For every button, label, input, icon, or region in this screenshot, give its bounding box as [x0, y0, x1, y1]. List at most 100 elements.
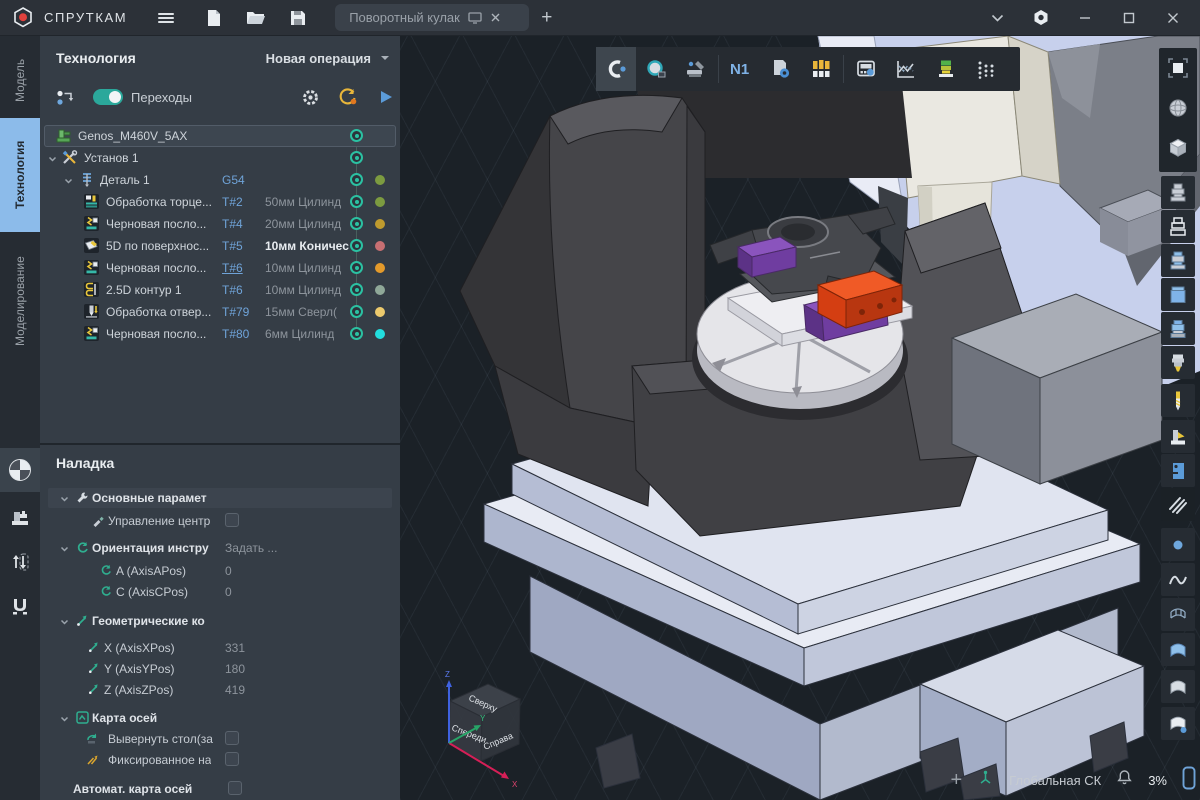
- fixture-blue-button[interactable]: [1161, 244, 1195, 277]
- state-ring[interactable]: [350, 217, 363, 230]
- state-ring[interactable]: [350, 239, 363, 252]
- state-ring[interactable]: [350, 129, 363, 142]
- machine-panel-button[interactable]: [846, 47, 886, 91]
- dropdown-chevron-button[interactable]: [978, 4, 1016, 32]
- tree-row-operation[interactable]: Черновая посло... T#6 10мм Цилинд: [44, 257, 396, 279]
- state-ring[interactable]: [350, 151, 363, 164]
- zoom-level[interactable]: 3%: [1148, 773, 1167, 788]
- tab-technology[interactable]: Технология: [0, 118, 40, 232]
- tree-row-operation[interactable]: Обработка торце... T#2 50мм Цилинд: [44, 191, 396, 213]
- tool-library-button[interactable]: [801, 47, 841, 91]
- surface-blue-button[interactable]: [1161, 633, 1195, 666]
- workpiece-outline-button[interactable]: [1161, 210, 1195, 243]
- param-value[interactable]: 0: [225, 585, 232, 599]
- select-frame-button[interactable]: [1159, 48, 1197, 88]
- curve-button[interactable]: [1161, 563, 1195, 596]
- tool-number[interactable]: T#6: [222, 261, 243, 275]
- point-array-button[interactable]: [966, 47, 1006, 91]
- maximize-button[interactable]: [1110, 4, 1148, 32]
- new-file-button[interactable]: [197, 4, 231, 32]
- nc-program-button[interactable]: N1: [721, 47, 761, 91]
- tree-row-part[interactable]: Деталь 1 G54: [44, 169, 396, 191]
- tree-row-machine[interactable]: Genos_M460V_5AX: [44, 125, 396, 147]
- param-group-axis-map[interactable]: Карта осей: [48, 708, 392, 728]
- param-row-axis-a[interactable]: A (AxisAPos) 0: [48, 561, 392, 581]
- param-row-center-control[interactable]: Управление центр: [48, 511, 392, 531]
- coordinate-system-label[interactable]: Глобальная СК: [1009, 773, 1101, 788]
- save-button[interactable]: [281, 4, 315, 32]
- param-group-geometry[interactable]: Геометрические ко: [48, 611, 392, 631]
- part-blue-button[interactable]: [1161, 312, 1195, 345]
- postprocessor-button[interactable]: [761, 47, 801, 91]
- state-ring[interactable]: [350, 283, 363, 296]
- tree-row-operation[interactable]: Черновая посло... T#4 20мм Цилинд: [44, 213, 396, 235]
- param-group-main[interactable]: Основные парамет: [48, 488, 392, 508]
- tool-assembly-button[interactable]: [926, 47, 966, 91]
- param-row-axis-y[interactable]: Y (AxisYPos) 180: [48, 659, 392, 679]
- run-button[interactable]: [374, 84, 398, 110]
- chevron-down-icon[interactable]: [64, 175, 73, 189]
- workpiece-button[interactable]: [1161, 176, 1195, 209]
- iso-view-button[interactable]: [1159, 128, 1197, 168]
- notifications-button[interactable]: [1116, 769, 1133, 791]
- machining-magnet-button[interactable]: [596, 47, 636, 91]
- chevron-down-icon[interactable]: [48, 153, 57, 167]
- drill-tool-button[interactable]: [1161, 384, 1195, 417]
- param-row-fixed-direction[interactable]: Фиксированное на: [48, 750, 392, 770]
- clamp-button[interactable]: [0, 584, 40, 628]
- tree-row-operation[interactable]: Обработка отвер... T#79 15мм Сверл(: [44, 301, 396, 323]
- param-value[interactable]: Задать ...: [225, 541, 277, 555]
- view-cube[interactable]: Сверху Спереди Справа Z X Y: [420, 666, 550, 791]
- state-ring[interactable]: [350, 261, 363, 274]
- checkbox[interactable]: [225, 752, 239, 766]
- close-tab-icon[interactable]: [490, 12, 501, 23]
- fixture-bracket-button[interactable]: [1161, 454, 1195, 487]
- stock-cube-button[interactable]: [1161, 278, 1195, 311]
- machining-button[interactable]: [0, 496, 40, 540]
- viewport-3d[interactable]: N1: [400, 36, 1200, 800]
- param-value[interactable]: 0: [225, 564, 232, 578]
- state-ring[interactable]: [350, 195, 363, 208]
- add-cs-button[interactable]: +: [950, 770, 962, 790]
- tree-row-operation[interactable]: 5D по поверхнос... T#5 10мм Коничес: [44, 235, 396, 257]
- measure-button[interactable]: [676, 47, 716, 91]
- machine-part-button[interactable]: [1161, 420, 1195, 453]
- chevron-down-icon[interactable]: [60, 493, 69, 507]
- tool-head-button[interactable]: [1161, 346, 1195, 379]
- new-tab-button[interactable]: +: [541, 7, 552, 29]
- open-file-button[interactable]: [239, 4, 273, 32]
- param-group-orientation[interactable]: Ориентация инстру Задать ...: [48, 538, 392, 558]
- settings-button[interactable]: [1022, 4, 1060, 32]
- state-ring[interactable]: [350, 173, 363, 186]
- recalculate-button[interactable]: [336, 84, 360, 110]
- surface-gray-button[interactable]: [1161, 670, 1195, 703]
- close-window-button[interactable]: [1154, 4, 1192, 32]
- orbit-sphere-button[interactable]: [1159, 88, 1197, 128]
- checkbox[interactable]: [228, 781, 242, 795]
- tab-simulation[interactable]: Моделирование: [0, 238, 40, 364]
- param-row-axis-x[interactable]: X (AxisXPos) 331: [48, 638, 392, 658]
- probe-button[interactable]: [636, 47, 676, 91]
- surface-point-button[interactable]: [1161, 707, 1195, 740]
- param-value[interactable]: 419: [225, 683, 245, 697]
- state-ring[interactable]: [350, 305, 363, 318]
- tab-model[interactable]: Модель: [0, 44, 40, 116]
- menu-icon[interactable]: [149, 4, 183, 32]
- param-value[interactable]: 180: [225, 662, 245, 676]
- param-row-auto-axis-map[interactable]: Автомат. карта осей: [48, 779, 392, 799]
- tree-row-setup[interactable]: Установ 1: [44, 147, 396, 169]
- state-ring[interactable]: [350, 327, 363, 340]
- swap-order-button[interactable]: [0, 540, 40, 584]
- point-button[interactable]: [1161, 528, 1195, 561]
- document-tab[interactable]: Поворотный кулак: [335, 4, 529, 31]
- chevron-down-icon[interactable]: [60, 713, 69, 727]
- param-row-axis-z[interactable]: Z (AxisZPos) 419: [48, 680, 392, 700]
- checkbox[interactable]: [225, 513, 239, 527]
- mesh-surface-button[interactable]: [1161, 598, 1195, 631]
- chevron-down-icon[interactable]: [60, 616, 69, 630]
- chevron-down-icon[interactable]: [60, 543, 69, 557]
- param-row-flip-table[interactable]: Вывернуть стол(за: [48, 729, 392, 749]
- param-value[interactable]: 331: [225, 641, 245, 655]
- datum-button[interactable]: [0, 448, 40, 492]
- tree-row-operation[interactable]: Черновая посло... T#80 6мм Цилинд: [44, 323, 396, 345]
